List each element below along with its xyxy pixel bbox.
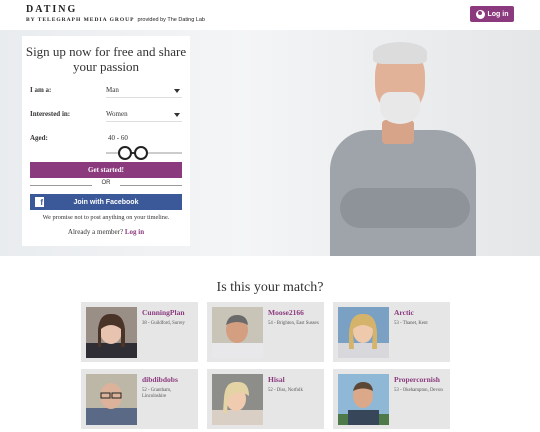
logo-title: DATING [26,4,78,15]
facebook-join-button[interactable]: f Join with Facebook [30,194,182,210]
age-row: Aged: 40 - 60 [30,132,182,146]
signup-title: Sign up now for free and share your pass… [25,44,187,74]
chevron-down-icon [174,89,180,93]
age-range-slider[interactable] [106,146,182,160]
interest-select-value: Women [106,110,128,118]
login-button[interactable]: Log in [470,6,514,22]
profile-info: 53 - Thanet, Kent [394,321,428,326]
match-section-title: Is this your match? [216,280,324,295]
profile-card[interactable]: Propercornish 53 - Okehampton, Devon [333,369,450,429]
profile-card[interactable]: Moose2166 54 - Brighton, East Sussex [207,302,324,362]
signup-card: Sign up now for free and share your pass… [22,36,190,246]
profile-photo [212,374,263,425]
profile-name: Propercornish [394,375,440,384]
profile-info: 54 - Brighton, East Sussex [268,321,320,326]
facebook-button-label: Join with Facebook [73,198,139,206]
slider-max-handle[interactable] [134,146,148,160]
profile-card[interactable]: dibdibdobs 52 - Grantham, Lincolnshire [81,369,198,429]
profile-name: dibdibdobs [142,375,178,384]
profile-name: Hisal [268,375,285,384]
login-link[interactable]: Log in [125,228,144,236]
logo-subtitle: BY TELEGRAPH MEDIA GROUP provided by The … [26,17,205,23]
profile-info: 38 - Guildford, Surrey [142,321,185,326]
profile-card[interactable]: Arctic 53 - Thanet, Kent [333,302,450,362]
profile-info: 53 - Okehampton, Devon [394,388,443,393]
profile-name: Arctic [394,308,414,317]
user-icon [475,9,485,19]
get-started-button[interactable]: Get started! [30,162,182,178]
gender-select-value: Man [106,86,119,94]
gender-row: I am a: Man [30,84,182,98]
chevron-down-icon [174,113,180,117]
or-divider: OR [30,180,182,190]
gender-label: I am a: [30,86,52,94]
profile-photo [338,307,389,358]
gender-select[interactable]: Man [106,84,182,98]
profile-info: 52 - Grantham, Lincolnshire [142,388,172,399]
site-logo[interactable]: DATING BY TELEGRAPH MEDIA GROUP provided … [26,4,205,23]
facebook-icon: f [35,197,44,207]
age-label: Aged: [30,134,48,142]
profile-photo [338,374,389,425]
profile-card[interactable]: Hisal 52 - Diss, Norfolk [207,369,324,429]
profile-card[interactable]: CunningPlan 38 - Guildford, Surrey [81,302,198,362]
login-button-label: Log in [487,10,509,18]
interest-label: Interested in: [30,110,71,118]
profile-name: Moose2166 [268,308,304,317]
facebook-promise-text: We promise not to post anything on your … [42,214,170,221]
hero-photo [320,40,480,256]
profile-photo [86,374,137,425]
site-header: DATING BY TELEGRAPH MEDIA GROUP provided … [0,0,540,30]
interest-row: Interested in: Women [30,108,182,122]
profile-name: CunningPlan [142,308,185,317]
slider-min-handle[interactable] [118,146,132,160]
member-text: Already a member? [67,228,124,236]
profile-info: 52 - Diss, Norfolk [268,388,303,393]
logo-provided: provided by The Dating Lab [137,17,205,23]
profile-photo [86,307,137,358]
member-login-row: Already a member? Log in [22,228,190,236]
logo-by: BY TELEGRAPH MEDIA GROUP [26,17,135,23]
age-range-value: 40 - 60 [108,134,128,142]
interest-select[interactable]: Women [106,108,182,122]
profile-photo [212,307,263,358]
or-text: OR [101,180,111,186]
